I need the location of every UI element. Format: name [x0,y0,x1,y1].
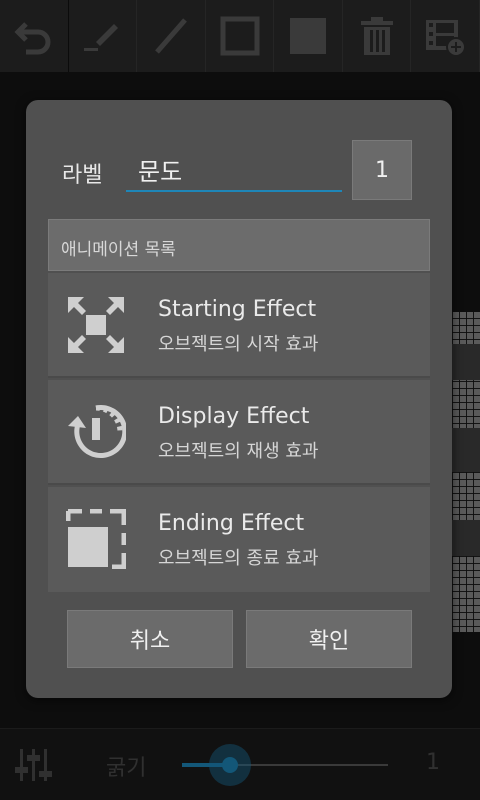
power-cycle-icon [68,405,126,459]
label-caption: 라벨 [62,163,103,188]
item-title: Starting Effect [158,297,317,322]
confirm-button[interactable]: 확인 [246,610,412,668]
item-subtitle: 오브젝트의 종료 효과 [158,548,319,569]
label-id-box[interactable]: 1 [352,140,412,200]
item-subtitle: 오브젝트의 재생 효과 [158,441,319,462]
item-subtitle: 오브젝트의 시작 효과 [158,334,319,355]
animation-list-header: 애니메이션 목록 [48,219,430,271]
animation-list-title: 애니메이션 목록 [61,240,176,260]
animation-dialog: 라벨 1 애니메이션 목록 Starting Effect 오브젝트의 시작 효… [26,100,452,698]
label-row: 라벨 1 [26,140,452,200]
dashed-square-icon [66,509,126,569]
list-item-display-effect[interactable]: Display Effect 오브젝트의 재생 효과 [48,380,430,485]
item-title: Display Effect [158,404,310,429]
cancel-button[interactable]: 취소 [67,610,233,668]
expand-arrows-icon [68,297,124,353]
list-item-starting-effect[interactable]: Starting Effect 오브젝트의 시작 효과 [48,273,430,378]
label-name-input[interactable] [126,148,342,192]
list-item-ending-effect[interactable]: Ending Effect 오브젝트의 종료 효과 [48,487,430,592]
item-title: Ending Effect [158,511,305,536]
